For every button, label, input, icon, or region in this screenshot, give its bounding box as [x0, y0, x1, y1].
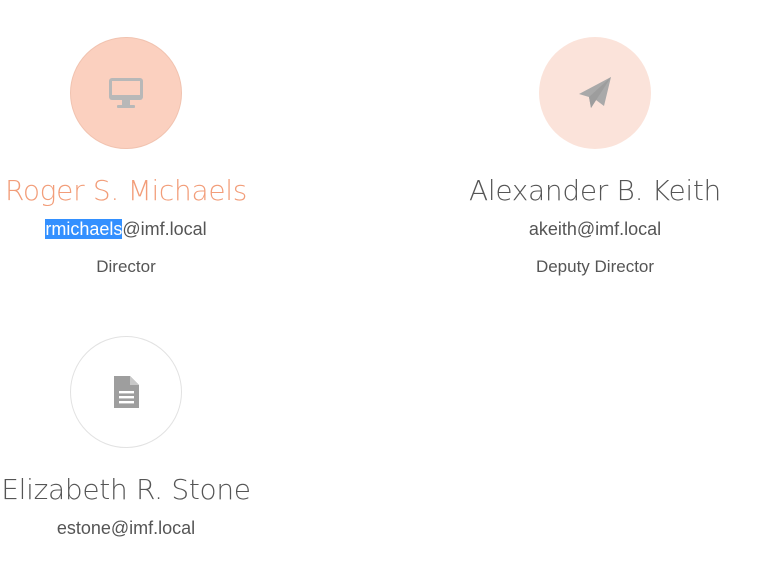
email-domain: @imf.local — [122, 219, 207, 239]
email-user: estone — [56, 518, 111, 538]
member-role: Director — [96, 257, 156, 276]
monitor-icon — [109, 78, 143, 108]
email-domain: @imf.local — [110, 518, 196, 538]
member-name: Alexander B. Keith — [469, 174, 721, 207]
member-email[interactable]: akeith@imf.local — [445, 218, 745, 240]
member-email[interactable]: rmichaels@imf.local — [0, 218, 276, 240]
team-member-card[interactable]: Alexander B. Keith akeith@imf.local Depu… — [445, 0, 745, 278]
paper-plane-icon — [579, 77, 611, 108]
email-user: akeith — [528, 219, 577, 239]
member-name: Elizabeth R. Stone — [1, 473, 251, 506]
member-name: Roger S. Michaels — [4, 174, 248, 207]
avatar[interactable] — [70, 37, 182, 149]
avatar[interactable] — [539, 37, 651, 149]
avatar[interactable] — [70, 336, 182, 448]
member-role: Deputy Director — [535, 257, 655, 276]
team-member-card[interactable]: Roger S. Michaels rmichaels@imf.local Di… — [0, 0, 276, 278]
team-page: Roger S. Michaels rmichaels@imf.local Di… — [0, 0, 779, 564]
email-user-selected: rmichaels — [45, 219, 123, 239]
email-domain: @imf.local — [576, 219, 662, 239]
team-member-card[interactable]: Elizabeth R. Stone estone@imf.local — [0, 299, 276, 555]
document-icon — [114, 376, 139, 408]
member-email[interactable]: estone@imf.local — [0, 517, 276, 539]
